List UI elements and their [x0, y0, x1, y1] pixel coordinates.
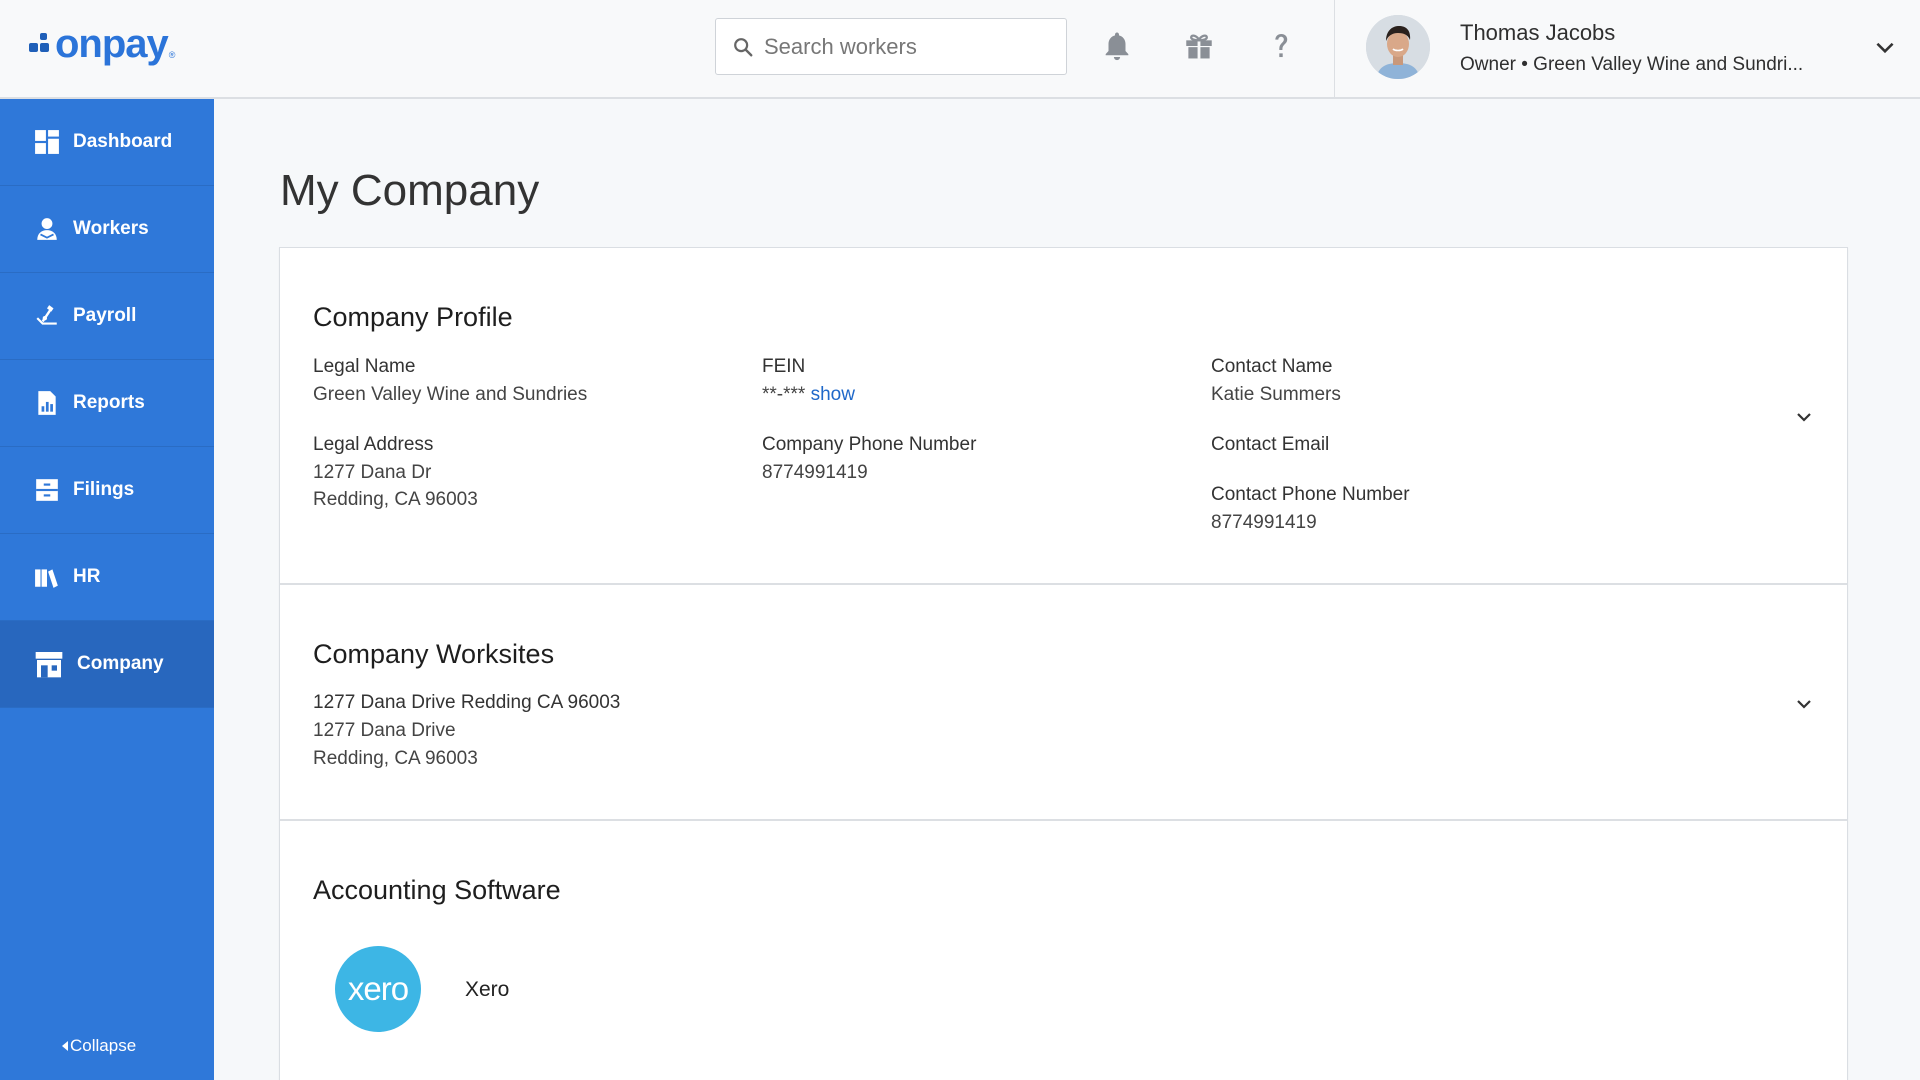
sidebar-item-label: Workers — [73, 218, 149, 239]
logo-registered-mark: ® — [168, 50, 176, 60]
sidebar-item-label: HR — [73, 566, 101, 587]
fein-masked: **-*** — [762, 384, 806, 405]
user-name[interactable]: Thomas Jacobs — [1460, 20, 1615, 46]
user-avatar[interactable] — [1366, 15, 1430, 79]
avatar-photo-icon — [1366, 15, 1430, 79]
help-button[interactable] — [1261, 26, 1301, 66]
contact-phone-label: Contact Phone Number — [1211, 484, 1410, 505]
legal-name-value: Green Valley Wine and Sundries — [313, 384, 588, 405]
company-icon — [33, 648, 65, 680]
chevron-down-icon[interactable] — [1872, 34, 1898, 60]
sidebar: Dashboard Workers Payroll Reports Filing… — [0, 99, 214, 1080]
sidebar-item-dashboard[interactable]: Dashboard — [0, 99, 214, 186]
search-icon — [734, 37, 753, 56]
fein-label: FEIN — [762, 356, 806, 377]
user-role-company[interactable]: Owner • Green Valley Wine and Sundri... — [1460, 54, 1803, 76]
payroll-icon — [33, 302, 61, 330]
search-box[interactable] — [715, 18, 1067, 75]
sidebar-item-filings[interactable]: Filings — [0, 447, 214, 534]
sidebar-item-label: Company — [77, 653, 164, 674]
notifications-button[interactable] — [1097, 26, 1137, 66]
collapse-label: Collapse — [70, 1036, 137, 1055]
sidebar-item-workers[interactable]: Workers — [0, 186, 214, 273]
company-card: Company Profile Legal Name Green Valley … — [279, 247, 1848, 1080]
sidebar-item-label: Payroll — [73, 305, 137, 326]
search-input[interactable] — [764, 33, 1054, 60]
company-phone-label: Company Phone Number — [762, 434, 977, 455]
contact-name-label: Contact Name — [1211, 356, 1333, 377]
page-title: My Company — [280, 166, 540, 215]
sidebar-item-label: Reports — [73, 392, 145, 413]
worksite-address-line2: Redding, CA 96003 — [313, 748, 478, 769]
chevron-left-icon — [62, 1041, 68, 1051]
gift-button[interactable] — [1179, 26, 1219, 66]
contact-name-value: Katie Summers — [1211, 384, 1341, 405]
chevron-down-icon[interactable] — [1792, 405, 1816, 429]
help-icon — [1275, 33, 1288, 58]
company-worksites-title: Company Worksites — [313, 639, 555, 669]
reports-icon — [33, 389, 61, 417]
worksite-name: 1277 Dana Drive Redding CA 96003 — [313, 692, 621, 713]
logo-mark-icon — [29, 33, 51, 55]
xero-logo-text: xero — [347, 970, 409, 1007]
contact-email-label: Contact Email — [1211, 434, 1330, 455]
hr-icon — [33, 563, 61, 591]
filings-icon — [33, 476, 61, 504]
onpay-logo[interactable]: onpay ® — [29, 24, 175, 64]
company-phone-value: 8774991419 — [762, 462, 868, 483]
logo-text: onpay — [55, 22, 169, 66]
fein-show-link[interactable]: show — [811, 384, 855, 405]
section-divider — [280, 583, 1847, 585]
collapse-button[interactable]: Collapse — [62, 1036, 136, 1056]
legal-address-label: Legal Address — [313, 434, 434, 455]
accounting-software-name: Xero — [465, 978, 510, 1001]
dashboard-icon — [33, 128, 61, 156]
legal-name-label: Legal Name — [313, 356, 416, 377]
company-profile-title: Company Profile — [313, 302, 513, 332]
bell-icon — [1105, 32, 1129, 61]
xero-logo[interactable]: xero — [335, 946, 421, 1032]
workers-icon — [33, 215, 61, 243]
chevron-down-icon[interactable] — [1792, 692, 1816, 716]
accounting-software-title: Accounting Software — [313, 875, 561, 905]
sidebar-item-reports[interactable]: Reports — [0, 360, 214, 447]
worksite-address-line1: 1277 Dana Drive — [313, 720, 456, 741]
header-divider — [1334, 0, 1335, 99]
top-header: onpay ® Thomas Jacobs Owner • Green Vall… — [0, 0, 1920, 99]
legal-address-line1: 1277 Dana Dr — [313, 462, 432, 483]
contact-phone-value: 8774991419 — [1211, 512, 1317, 533]
fein-value: **-*** show — [762, 384, 855, 406]
sidebar-item-label: Filings — [73, 479, 135, 500]
sidebar-item-payroll[interactable]: Payroll — [0, 273, 214, 360]
sidebar-item-company[interactable]: Company — [0, 621, 214, 708]
sidebar-item-hr[interactable]: HR — [0, 534, 214, 621]
legal-address-line2: Redding, CA 96003 — [313, 489, 478, 510]
gift-icon — [1186, 34, 1212, 59]
section-divider — [280, 819, 1847, 821]
sidebar-item-label: Dashboard — [73, 131, 173, 152]
